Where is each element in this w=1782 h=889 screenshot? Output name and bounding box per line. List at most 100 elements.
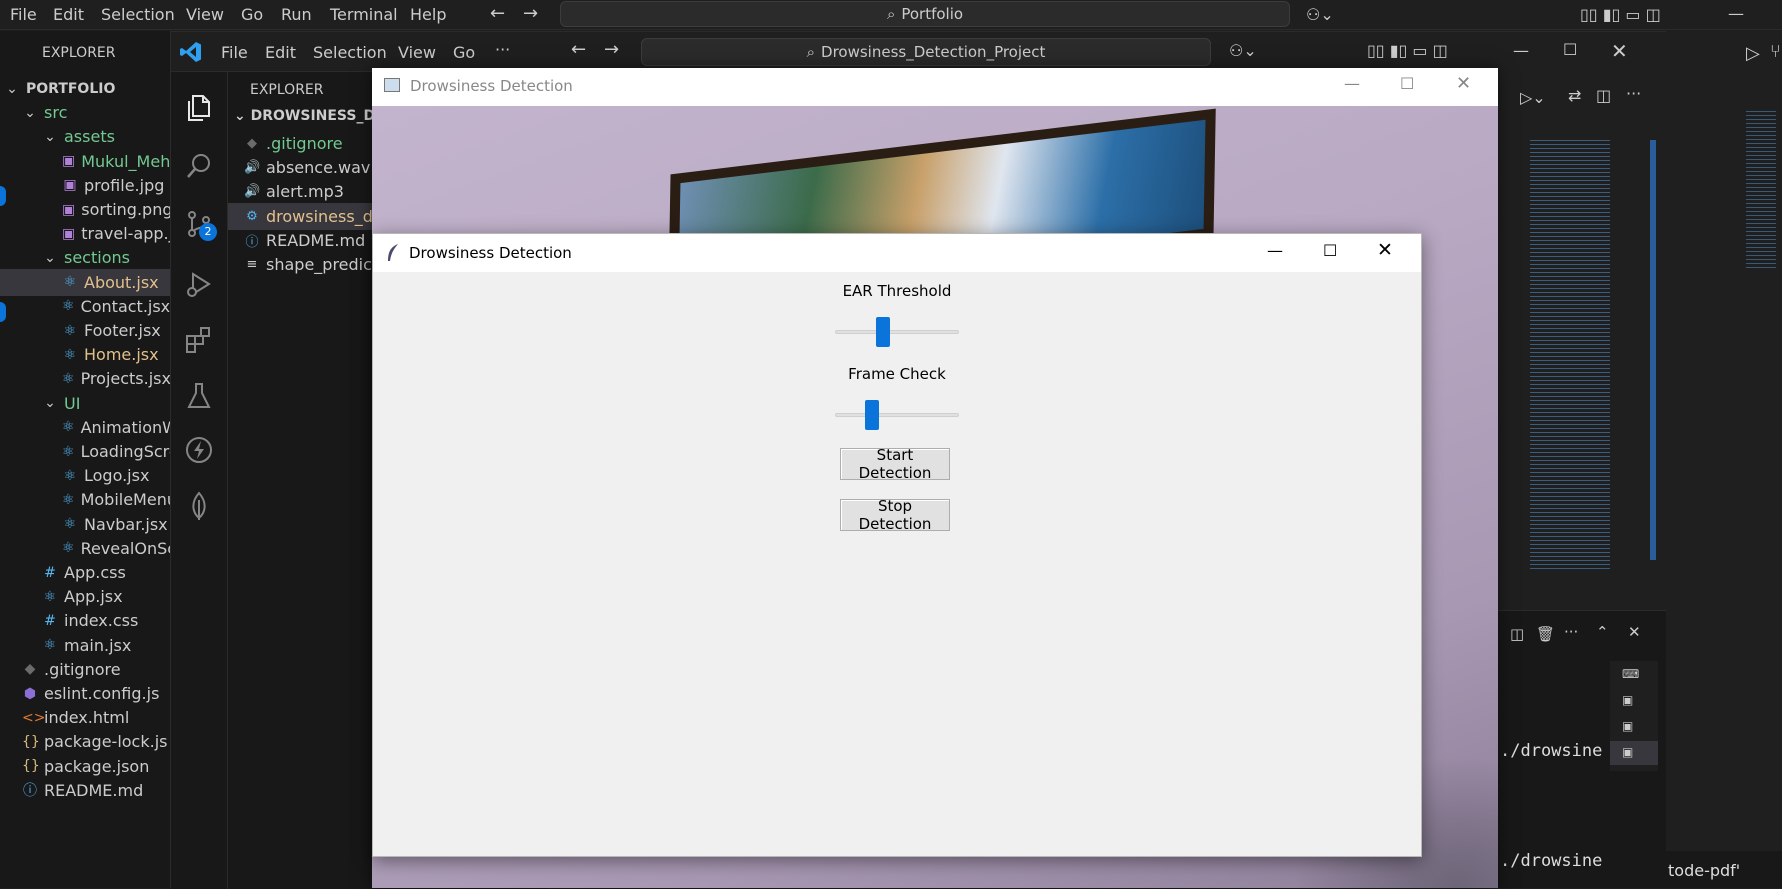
tk-close-icon[interactable]: ✕ xyxy=(1377,239,1393,261)
outer-minimap[interactable] xyxy=(1746,111,1776,271)
extensions-icon[interactable] xyxy=(183,324,215,356)
tree-folder[interactable]: ⌄ UI xyxy=(0,390,170,417)
tree-file[interactable]: ⬢ eslint.config.js xyxy=(0,680,170,707)
tree-file[interactable]: ⚛ About.jsx xyxy=(0,268,170,296)
inner-back-arrow-icon[interactable]: ← xyxy=(571,39,586,60)
start-detection-button[interactable]: Start Detection xyxy=(840,446,950,482)
camera-close-icon[interactable]: ✕ xyxy=(1456,73,1471,94)
menu-edit[interactable]: Edit xyxy=(53,5,84,24)
project-folder-header[interactable]: ⌄ DROWSINESS_DET xyxy=(234,108,394,124)
more-menu-icon[interactable]: ··· xyxy=(495,40,510,59)
tree-file[interactable]: ⚛ Projects.jsx xyxy=(0,365,170,392)
tree-file[interactable]: ⚛ Home.jsx xyxy=(0,341,170,368)
lightning-icon[interactable] xyxy=(183,434,215,466)
bottom-tab[interactable]: tode-pdf' xyxy=(1666,851,1782,888)
tree-file[interactable]: ◆ .gitignore xyxy=(0,656,170,683)
tree-folder[interactable]: ⌄ sections xyxy=(0,244,170,271)
menu-selection[interactable]: Selection xyxy=(101,5,175,24)
terminal-prompt-icon[interactable]: ⌨ xyxy=(1622,667,1639,681)
run-debug-icon[interactable] xyxy=(183,268,215,300)
layout-icon[interactable]: ▯▯ ▮▯ ▭ ◫ xyxy=(1580,5,1661,24)
copilot-icon[interactable]: ⚇⌄ xyxy=(1306,5,1334,24)
tree-file[interactable]: ⚛ main.jsx xyxy=(0,632,170,659)
minimap[interactable] xyxy=(1530,140,1610,570)
tree-file[interactable]: ⚛ Contact.jsx xyxy=(0,293,170,320)
testing-flask-icon[interactable] xyxy=(183,380,215,412)
ear-threshold-slider-thumb[interactable] xyxy=(875,317,890,347)
inner-menu-edit[interactable]: Edit xyxy=(265,43,296,62)
tree-file[interactable]: ⚛ AnimationW xyxy=(0,414,170,441)
tree-file[interactable]: # App.css xyxy=(0,559,170,586)
cmd-terminal-active[interactable]: ▣ xyxy=(1610,741,1658,765)
inner-menu-selection[interactable]: Selection xyxy=(313,43,387,62)
inner-close-icon[interactable]: ✕ xyxy=(1611,39,1628,63)
activity-bar: 2 xyxy=(171,72,228,889)
tree-file[interactable]: <> index.html xyxy=(0,704,170,731)
tree-file[interactable]: ▣ profile.jpg xyxy=(0,172,170,199)
menu-view[interactable]: View xyxy=(186,5,224,24)
split-editor-icon[interactable]: ◫ xyxy=(1596,86,1611,105)
inner-forward-arrow-icon[interactable]: → xyxy=(604,39,619,60)
editor-more-icon[interactable]: ··· xyxy=(1626,84,1641,103)
tree-file[interactable]: # index.css xyxy=(0,607,170,634)
cmd-terminal-icon[interactable]: ▣ xyxy=(1622,719,1633,733)
tk-minimize-icon[interactable]: — xyxy=(1267,241,1283,260)
tree-file[interactable]: ⚛ LoadingScre xyxy=(0,438,170,465)
frame-check-slider[interactable] xyxy=(835,413,959,417)
tree-folder[interactable]: ⌄ src xyxy=(0,99,170,126)
explorer-files-icon[interactable] xyxy=(183,92,215,124)
compare-changes-icon[interactable]: ⇄ xyxy=(1568,86,1581,105)
cmd-terminal-icon[interactable]: ▣ xyxy=(1622,693,1633,707)
leaf-icon[interactable] xyxy=(183,490,215,522)
tree-folder[interactable]: ⌄ assets xyxy=(0,123,170,150)
tree-file[interactable]: ⚛ MobileMenu xyxy=(0,486,170,513)
command-center-search[interactable]: ⌕ Portfolio xyxy=(560,1,1290,27)
tree-file[interactable]: {} package.json xyxy=(0,753,170,780)
source-control-icon[interactable]: 2 xyxy=(183,208,217,241)
scrollbar[interactable] xyxy=(1650,140,1656,560)
frame-check-slider-thumb[interactable] xyxy=(864,400,879,430)
inner-menu-file[interactable]: File xyxy=(221,43,248,62)
tree-file[interactable]: ⚛ Navbar.jsx xyxy=(0,511,170,538)
forward-arrow-icon[interactable]: → xyxy=(523,3,538,24)
trash-icon[interactable]: 🗑 xyxy=(1536,625,1555,643)
tree-file[interactable]: ⓘ README.md xyxy=(0,777,170,804)
terminal-more-icon[interactable]: ··· xyxy=(1564,623,1578,641)
inner-minimize-icon[interactable]: — xyxy=(1513,41,1529,60)
split-terminal-icon[interactable]: ◫ xyxy=(1510,625,1524,643)
menu-help[interactable]: Help xyxy=(410,5,446,24)
camera-minimize-icon[interactable]: — xyxy=(1344,74,1360,93)
react-icon: ⚛ xyxy=(43,588,57,605)
menu-terminal[interactable]: Terminal xyxy=(330,5,398,24)
outer-scm-icon[interactable]: ⑂ xyxy=(1770,41,1781,62)
run-file-icon[interactable]: ▷⌄ xyxy=(1520,88,1546,107)
tree-file[interactable]: ▣ Mukul_Mehr xyxy=(0,148,170,175)
back-arrow-icon[interactable]: ← xyxy=(490,3,505,24)
menu-run[interactable]: Run xyxy=(281,5,312,24)
tree-file[interactable]: ⚛ App.jsx xyxy=(0,583,170,610)
tree-file[interactable]: {} package-lock.js xyxy=(0,728,170,755)
tree-file[interactable]: ▣ travel-app.jp xyxy=(0,220,170,247)
inner-menu-view[interactable]: View xyxy=(398,43,436,62)
tree-folder[interactable]: ⌄ PORTFOLIO xyxy=(0,75,170,102)
stop-detection-button[interactable]: Stop Detection xyxy=(840,497,950,533)
inner-maximize-icon[interactable]: ☐ xyxy=(1563,40,1577,59)
close-panel-icon[interactable]: ✕ xyxy=(1628,623,1641,641)
inner-copilot-icon[interactable]: ⚇⌄ xyxy=(1229,41,1257,60)
search-activity-icon[interactable] xyxy=(183,150,215,182)
camera-maximize-icon[interactable]: ☐ xyxy=(1400,74,1414,93)
tk-maximize-icon[interactable]: ☐ xyxy=(1323,241,1337,260)
inner-menu-go[interactable]: Go xyxy=(453,43,475,62)
menu-go[interactable]: Go xyxy=(241,5,263,24)
inner-layout-icon[interactable]: ▯▯ ▮▯ ▭ ◫ xyxy=(1367,41,1448,60)
inner-command-center-search[interactable]: ⌕ Drowsiness_Detection_Project xyxy=(641,38,1211,66)
outer-run-icon[interactable]: ▷ xyxy=(1746,43,1760,64)
tree-file[interactable]: ⚛ RevealOnScr xyxy=(0,535,170,562)
tree-file[interactable]: ⚛ Logo.jsx xyxy=(0,462,170,489)
tree-file[interactable]: ⚛ Footer.jsx xyxy=(0,317,170,344)
outer-minimize-icon[interactable]: — xyxy=(1728,4,1744,23)
menu-file[interactable]: File xyxy=(10,5,37,24)
ear-threshold-slider[interactable] xyxy=(835,330,959,334)
tree-file[interactable]: ▣ sorting.png xyxy=(0,196,170,223)
maximize-panel-icon[interactable]: ⌃ xyxy=(1596,623,1609,641)
